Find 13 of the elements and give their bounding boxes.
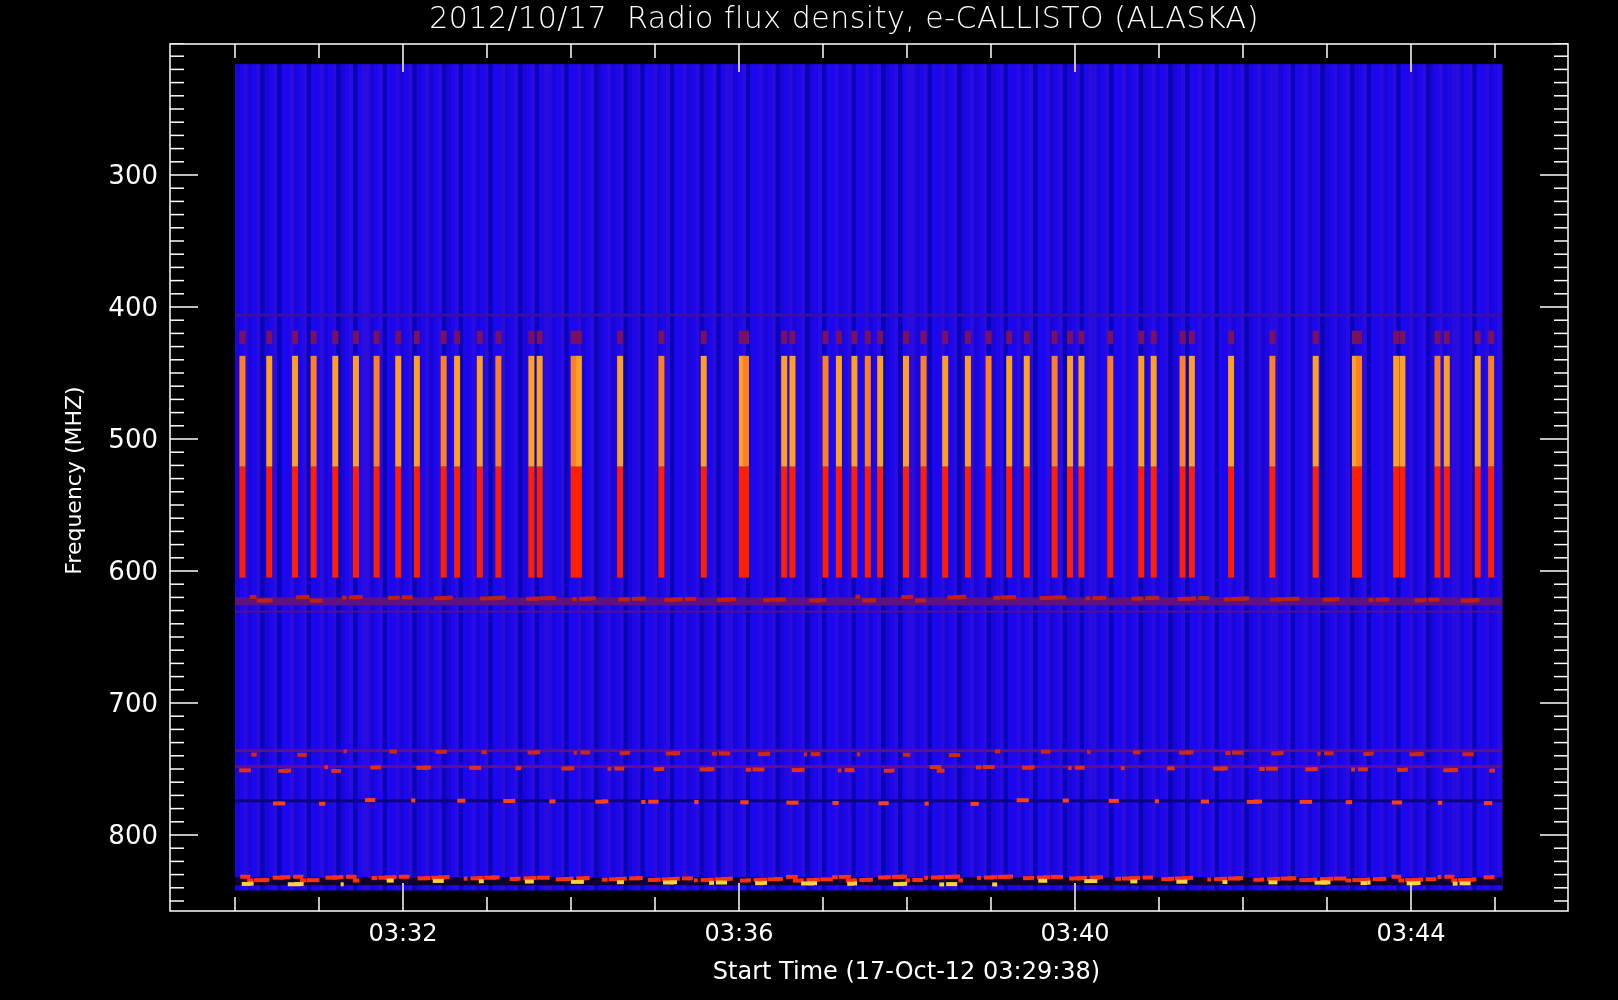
y-tick-label: 400 [108, 292, 158, 322]
y-tick-label: 300 [108, 160, 158, 190]
y-tick-label: 600 [108, 556, 158, 586]
x-tick-label: 03:44 [1376, 919, 1446, 947]
y-tick-label: 800 [108, 820, 158, 850]
y-tick-label: 500 [108, 424, 158, 454]
chart-title: 2012/10/17 Radio flux density, e-CALLISTO (ALASKA) [429, 0, 1259, 36]
x-tick-label: 03:36 [704, 919, 774, 947]
y-tick-label: 700 [108, 688, 158, 718]
x-axis-label: Start Time (17-Oct-12 03:29:38) [712, 957, 1101, 987]
x-tick-label: 03:32 [368, 919, 438, 947]
x-tick-label: 03:40 [1040, 919, 1110, 947]
y-axis-label: Frequency (MHZ) [60, 385, 86, 575]
